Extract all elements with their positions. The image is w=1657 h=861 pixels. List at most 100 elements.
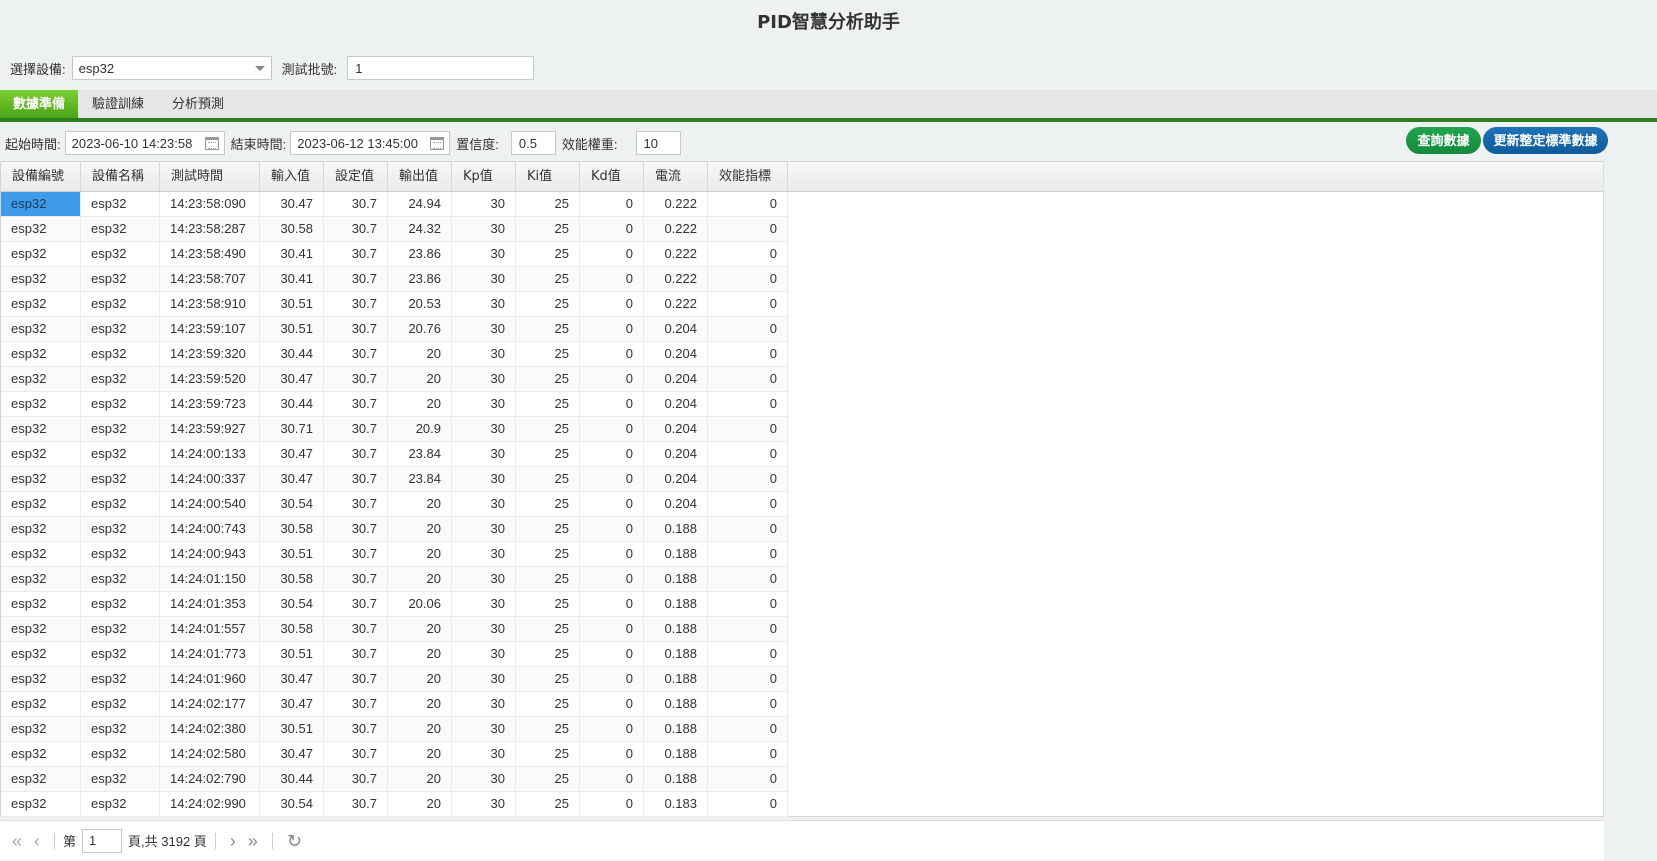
- table-cell[interactable]: 25: [516, 442, 580, 466]
- table-cell[interactable]: 30.44: [260, 342, 324, 366]
- table-cell[interactable]: esp32: [81, 192, 160, 216]
- table-cell[interactable]: 30: [452, 617, 516, 641]
- table-cell[interactable]: esp32: [1, 642, 81, 666]
- table-cell[interactable]: 0: [708, 742, 788, 766]
- table-cell[interactable]: esp32: [81, 717, 160, 741]
- table-cell[interactable]: 30.44: [260, 392, 324, 416]
- table-cell[interactable]: 0: [708, 642, 788, 666]
- table-cell[interactable]: 25: [516, 792, 580, 816]
- table-cell[interactable]: 14:24:02:790: [160, 767, 260, 791]
- column-header[interactable]: 輸出值: [388, 162, 452, 191]
- table-cell[interactable]: 0: [580, 567, 644, 591]
- table-cell[interactable]: esp32: [81, 442, 160, 466]
- table-cell[interactable]: 30.7: [324, 717, 388, 741]
- table-cell[interactable]: 0: [580, 767, 644, 791]
- table-cell[interactable]: 0: [580, 517, 644, 541]
- query-data-button[interactable]: 查詢數據: [1406, 127, 1481, 154]
- table-cell[interactable]: 20: [388, 742, 452, 766]
- table-row[interactable]: esp32 esp32 14:24:02:580 30.47 30.7 20 30 25 0 0.…: [1, 742, 789, 767]
- table-cell[interactable]: 30: [452, 217, 516, 241]
- table-row[interactable]: esp32 esp32 14:24:01:150 30.58 30.7 20 30 25 0 0.…: [1, 567, 789, 592]
- table-cell[interactable]: 30.51: [260, 542, 324, 566]
- column-header[interactable]: Ki值: [516, 162, 580, 191]
- table-row[interactable]: esp32 esp32 14:24:01:773 30.51 30.7 20 30 25 0 0.…: [1, 642, 789, 667]
- table-cell[interactable]: 25: [516, 267, 580, 291]
- table-cell[interactable]: 30.54: [260, 492, 324, 516]
- table-cell[interactable]: 30.51: [260, 317, 324, 341]
- table-cell[interactable]: 30.7: [324, 442, 388, 466]
- table-cell[interactable]: esp32: [1, 442, 81, 466]
- table-cell[interactable]: 24.32: [388, 217, 452, 241]
- table-cell[interactable]: 0.188: [644, 742, 708, 766]
- table-cell[interactable]: 0: [580, 192, 644, 216]
- table-cell[interactable]: 25: [516, 592, 580, 616]
- table-cell[interactable]: 0.188: [644, 592, 708, 616]
- table-cell[interactable]: 0: [580, 742, 644, 766]
- table-cell[interactable]: 14:23:59:927: [160, 417, 260, 441]
- table-cell[interactable]: 0: [708, 717, 788, 741]
- column-header[interactable]: 設備名稱: [81, 162, 160, 191]
- table-cell[interactable]: 20: [388, 767, 452, 791]
- table-row[interactable]: esp32 esp32 14:23:58:910 30.51 30.7 20.53 30 25…: [1, 292, 789, 317]
- table-cell[interactable]: 30: [452, 242, 516, 266]
- table-cell[interactable]: esp32: [1, 592, 81, 616]
- table-cell[interactable]: 25: [516, 642, 580, 666]
- table-cell[interactable]: 14:24:00:743: [160, 517, 260, 541]
- table-cell[interactable]: esp32: [1, 792, 81, 816]
- table-cell[interactable]: 14:24:00:133: [160, 442, 260, 466]
- table-cell[interactable]: 0: [708, 242, 788, 266]
- table-cell[interactable]: 20: [388, 492, 452, 516]
- table-cell[interactable]: 0: [580, 642, 644, 666]
- table-cell[interactable]: 14:23:59:320: [160, 342, 260, 366]
- table-cell[interactable]: 30.41: [260, 267, 324, 291]
- table-cell[interactable]: 20: [388, 392, 452, 416]
- table-cell[interactable]: 25: [516, 292, 580, 316]
- table-cell[interactable]: esp32: [1, 567, 81, 591]
- device-select[interactable]: esp32: [71, 56, 272, 80]
- table-cell[interactable]: 0: [580, 542, 644, 566]
- table-cell[interactable]: 0: [708, 767, 788, 791]
- table-cell[interactable]: 0: [580, 467, 644, 491]
- table-cell[interactable]: 30.7: [324, 542, 388, 566]
- table-cell[interactable]: esp32: [1, 517, 81, 541]
- table-cell[interactable]: 20: [388, 667, 452, 691]
- table-cell[interactable]: 30.47: [260, 667, 324, 691]
- table-cell[interactable]: 25: [516, 617, 580, 641]
- table-cell[interactable]: 0: [708, 617, 788, 641]
- table-cell[interactable]: esp32: [1, 717, 81, 741]
- confidence-input[interactable]: [510, 131, 556, 155]
- table-cell[interactable]: 14:24:02:990: [160, 792, 260, 816]
- table-cell[interactable]: 0: [708, 692, 788, 716]
- table-row[interactable]: esp32 esp32 14:24:00:540 30.54 30.7 20 30 25 0 0.…: [1, 492, 789, 517]
- table-cell[interactable]: esp32: [1, 217, 81, 241]
- table-cell[interactable]: 0: [708, 442, 788, 466]
- table-cell[interactable]: 30.51: [260, 642, 324, 666]
- table-cell[interactable]: esp32: [81, 267, 160, 291]
- table-cell[interactable]: 14:24:01:773: [160, 642, 260, 666]
- update-standard-data-button[interactable]: 更新整定標準數據: [1483, 127, 1608, 154]
- table-cell[interactable]: 30.71: [260, 417, 324, 441]
- table-cell[interactable]: 30.44: [260, 767, 324, 791]
- table-cell[interactable]: 30.51: [260, 292, 324, 316]
- table-cell[interactable]: 20: [388, 692, 452, 716]
- table-row[interactable]: esp32 esp32 14:24:00:943 30.51 30.7 20 30 25 0 0.…: [1, 542, 789, 567]
- table-cell[interactable]: esp32: [1, 392, 81, 416]
- table-cell[interactable]: 14:23:59:723: [160, 392, 260, 416]
- table-cell[interactable]: 20: [388, 542, 452, 566]
- table-row[interactable]: esp32 esp32 14:24:01:960 30.47 30.7 20 30 25 0 0.…: [1, 667, 789, 692]
- table-cell[interactable]: 0: [580, 492, 644, 516]
- table-cell[interactable]: 30.54: [260, 592, 324, 616]
- table-cell[interactable]: 30.7: [324, 267, 388, 291]
- table-cell[interactable]: 30.7: [324, 742, 388, 766]
- table-cell[interactable]: 14:24:01:557: [160, 617, 260, 641]
- table-cell[interactable]: esp32: [81, 367, 160, 391]
- table-cell[interactable]: 0: [580, 692, 644, 716]
- table-row[interactable]: esp32 esp32 14:24:00:133 30.47 30.7 23.84 30 25…: [1, 442, 789, 467]
- table-row[interactable]: esp32 esp32 14:23:59:520 30.47 30.7 20 30 25 0 0.…: [1, 367, 789, 392]
- table-cell[interactable]: 30: [452, 467, 516, 491]
- table-cell[interactable]: 0.188: [644, 667, 708, 691]
- table-cell[interactable]: esp32: [81, 417, 160, 441]
- table-cell[interactable]: 30: [452, 292, 516, 316]
- table-cell[interactable]: 14:23:58:910: [160, 292, 260, 316]
- table-cell[interactable]: 30.7: [324, 517, 388, 541]
